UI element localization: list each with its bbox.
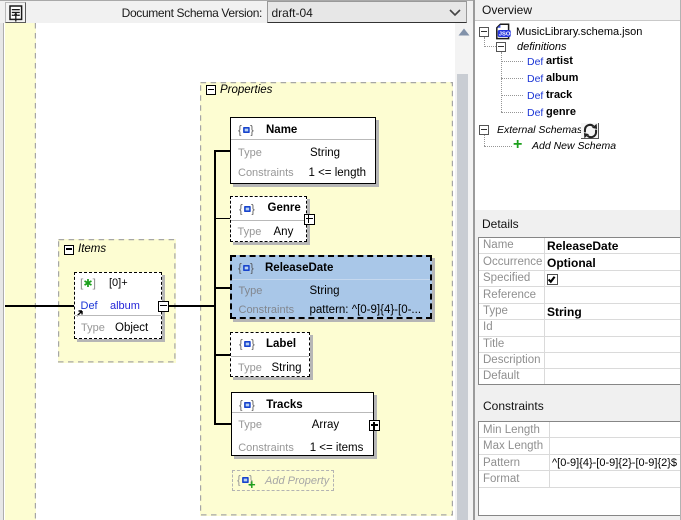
svg-text:}: } — [250, 125, 254, 136]
svg-text:}: } — [251, 339, 255, 350]
svg-text:}: } — [250, 263, 254, 274]
svg-text:{: { — [238, 263, 242, 274]
svg-text:{: { — [237, 475, 241, 486]
svg-text:}: } — [251, 204, 255, 215]
svg-text:{: { — [239, 204, 243, 215]
svg-text:{: { — [239, 339, 243, 350]
svg-text:JSO: JSO — [499, 32, 511, 38]
svg-text:{: { — [238, 125, 242, 136]
svg-text:}: } — [251, 400, 255, 411]
svg-text:{: { — [239, 400, 243, 411]
